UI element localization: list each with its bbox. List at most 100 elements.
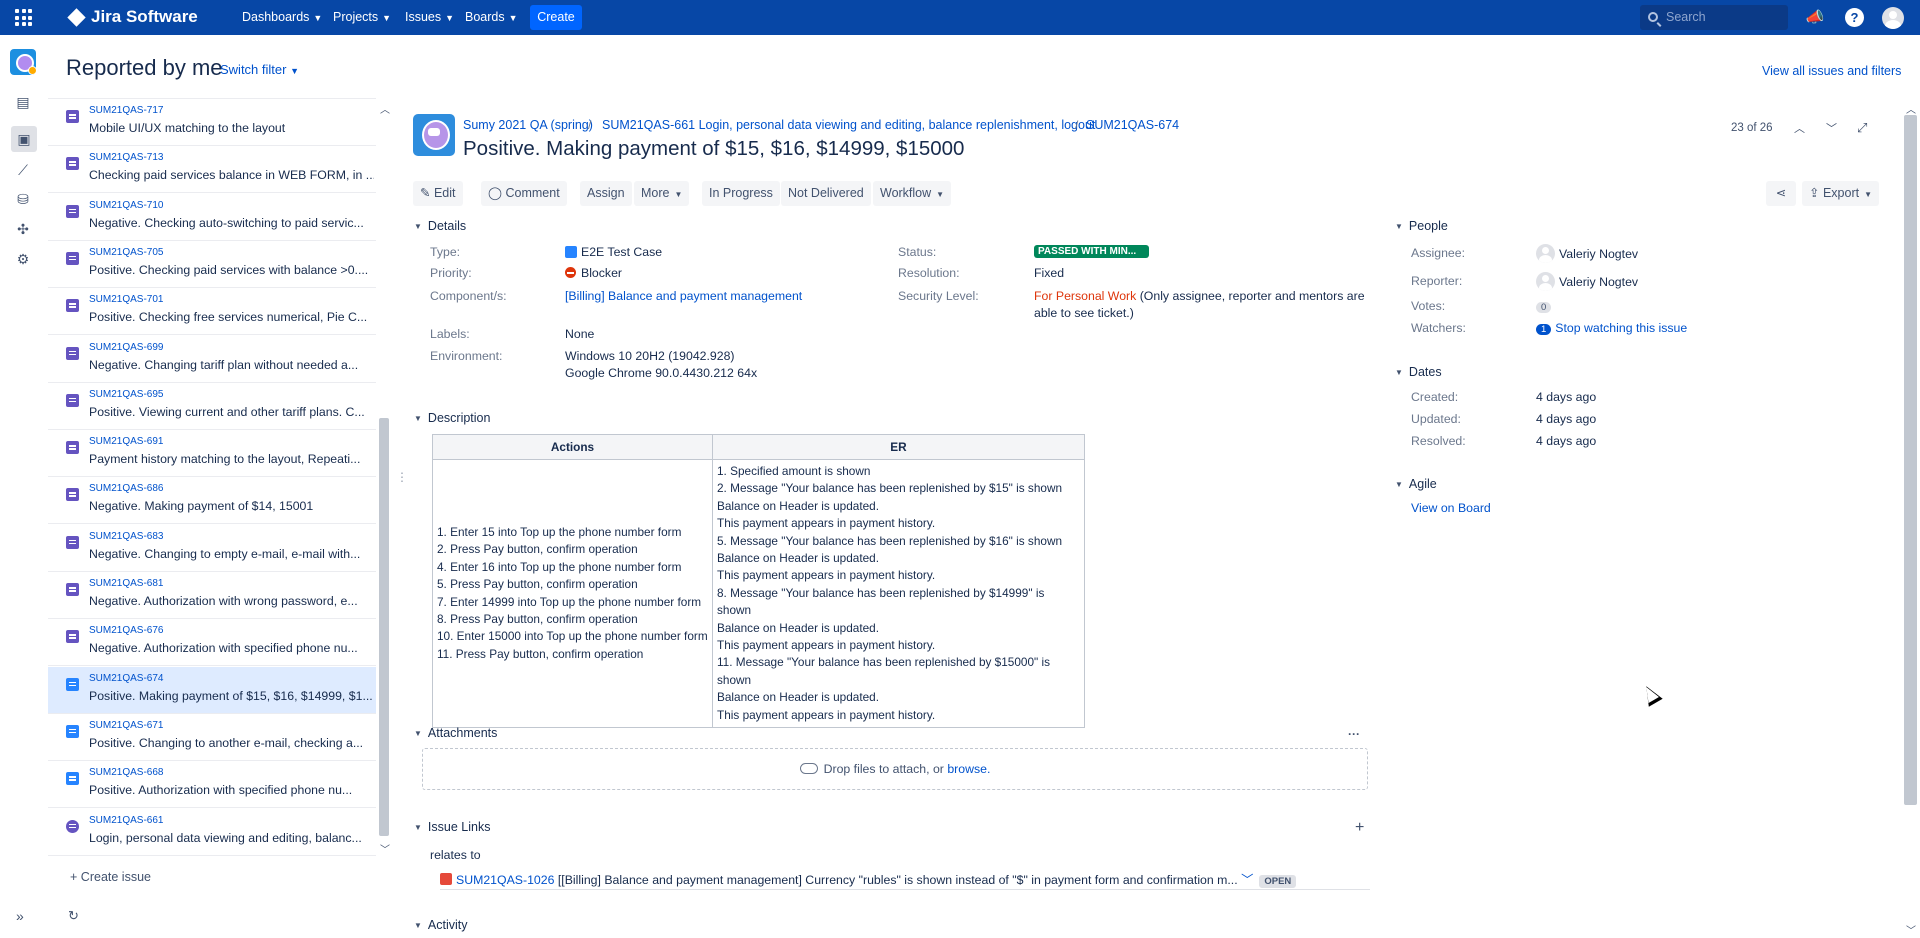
list-item[interactable]: SUM21QAS-691 Payment history matching to …	[48, 430, 376, 478]
components-icon[interactable]: ✣	[14, 220, 32, 238]
issue-key[interactable]: SUM21QAS-699	[89, 342, 163, 353]
issue-title[interactable]: Positive. Making payment of $15, $16, $1…	[463, 137, 964, 161]
scroll-up-icon[interactable]: ︿	[380, 101, 390, 116]
chevron-down-icon[interactable]: ﹀	[1241, 873, 1253, 887]
more-button[interactable]: More ▼	[634, 181, 690, 206]
list-item[interactable]: SUM21QAS-661 Login, personal data viewing…	[48, 809, 376, 856]
list-item[interactable]: SUM21QAS-686 Negative. Making payment of …	[48, 477, 376, 525]
list-item[interactable]: SUM21QAS-695 Positive. Viewing current an…	[48, 383, 376, 430]
list-item[interactable]: SUM21QAS-676 Negative. Authorization with…	[48, 619, 376, 667]
scroll-up-icon[interactable]: ︿	[1906, 101, 1916, 116]
previous-issue-icon[interactable]: ︿	[1794, 120, 1805, 136]
issue-key[interactable]: SUM21QAS-710	[89, 200, 163, 211]
votes-value[interactable]: 0	[1536, 299, 1552, 313]
notifications-megaphone-icon[interactable]: 📣	[1804, 7, 1826, 29]
issue-key[interactable]: SUM21QAS-695	[89, 389, 163, 400]
user-avatar[interactable]	[1882, 7, 1904, 29]
issues-icon[interactable]: ▣	[11, 126, 37, 152]
next-issue-icon[interactable]: ﹀	[1826, 120, 1837, 136]
stop-watching-link[interactable]: Stop watching this issue	[1555, 321, 1687, 335]
issue-key[interactable]: SUM21QAS-705	[89, 247, 163, 258]
list-item[interactable]: SUM21QAS-681 Negative. Authorization with…	[48, 572, 376, 619]
people-section-toggle[interactable]: ▼ People	[1395, 219, 1448, 233]
nav-boards[interactable]: Boards ▼	[465, 10, 518, 24]
view-on-board-link[interactable]: View on Board	[1411, 501, 1491, 515]
share-icon[interactable]: ⋖	[1766, 181, 1796, 206]
attachments-section-toggle[interactable]: ▼ Attachments	[414, 726, 497, 740]
expand-sidebar-icon[interactable]: »	[16, 908, 24, 924]
issue-key[interactable]: SUM21QAS-713	[89, 152, 163, 163]
breadcrumb-epic[interactable]: SUM21QAS-661 Login, personal data viewin…	[602, 118, 1095, 132]
issue-key[interactable]: SUM21QAS-681	[89, 578, 163, 589]
in-progress-button[interactable]: In Progress	[702, 181, 780, 206]
activity-section-toggle[interactable]: ▼ Activity	[414, 918, 468, 932]
assign-button[interactable]: Assign	[580, 181, 632, 206]
list-item[interactable]: SUM21QAS-671 Positive. Changing to anothe…	[48, 714, 376, 761]
nav-issues[interactable]: Issues ▼	[405, 10, 454, 24]
list-item[interactable]: SUM21QAS-674 Positive. Making payment of …	[48, 666, 376, 714]
search-input[interactable]: Search	[1640, 5, 1788, 30]
issue-summary: Positive. Changing to another e-mail, ch…	[89, 735, 364, 750]
issue-key[interactable]: SUM21QAS-668	[89, 767, 163, 778]
nav-projects[interactable]: Projects ▼	[333, 10, 391, 24]
issue-key[interactable]: SUM21QAS-676	[89, 625, 163, 636]
issue-key[interactable]: SUM21QAS-671	[89, 720, 163, 731]
list-item[interactable]: SUM21QAS-701 Positive. Checking free serv…	[48, 288, 376, 336]
linked-issue-key[interactable]: SUM21QAS-1026	[456, 873, 554, 887]
switch-filter-button[interactable]: Switch filter ▼	[220, 62, 299, 77]
export-button[interactable]: ⇪ Export ▼	[1802, 181, 1880, 206]
edit-button[interactable]: ✎ Edit	[413, 181, 463, 206]
issue-key[interactable]: SUM21QAS-674	[89, 673, 163, 684]
list-item[interactable]: SUM21QAS-713 Checking paid services balan…	[48, 146, 376, 194]
component-link[interactable]: [Billing] Balance and payment management	[565, 289, 802, 303]
list-scrollbar-thumb[interactable]	[379, 418, 389, 836]
list-item[interactable]: SUM21QAS-717 Mobile UI/UX matching to the…	[48, 99, 376, 146]
issue-summary: Positive. Authorization with specified p…	[89, 783, 353, 798]
scroll-down-icon[interactable]: ﹀	[380, 841, 390, 856]
agile-section-toggle[interactable]: ▼ Agile	[1395, 477, 1437, 491]
fullscreen-icon[interactable]: ⤢	[1857, 120, 1867, 136]
description-section-toggle[interactable]: ▼ Description	[414, 411, 490, 425]
dates-section-toggle[interactable]: ▼ Dates	[1395, 365, 1442, 379]
releases-icon[interactable]: ⛁	[14, 190, 32, 208]
issue-key[interactable]: SUM21QAS-686	[89, 483, 163, 494]
scroll-down-icon[interactable]: ﹀	[1906, 922, 1916, 937]
linked-issue-row[interactable]: SUM21QAS-1026 [[Billing] Balance and pay…	[440, 870, 1370, 890]
browse-link[interactable]: browse.	[947, 762, 990, 776]
refresh-icon[interactable]: ↻	[68, 908, 79, 924]
reporter-value[interactable]: Valeriy Nogtev	[1536, 272, 1638, 291]
assignee-value[interactable]: Valeriy Nogtev	[1536, 244, 1638, 263]
help-icon[interactable]: ?	[1845, 8, 1864, 27]
issue-links-section-toggle[interactable]: ▼ Issue Links	[414, 820, 490, 834]
not-delivered-button[interactable]: Not Delivered	[781, 181, 871, 206]
issue-key[interactable]: SUM21QAS-701	[89, 294, 163, 305]
add-link-icon[interactable]: +	[1355, 819, 1364, 837]
list-item[interactable]: SUM21QAS-705 Positive. Checking paid serv…	[48, 241, 376, 288]
more-options-icon[interactable]: ···	[1348, 727, 1360, 741]
issue-key[interactable]: SUM21QAS-661	[89, 815, 163, 826]
detail-scrollbar-thumb[interactable]	[1904, 115, 1917, 805]
comment-button[interactable]: ◯ Comment	[481, 181, 567, 206]
jira-logo[interactable]: Jira Software	[67, 7, 198, 27]
issue-key[interactable]: SUM21QAS-691	[89, 436, 163, 447]
list-item[interactable]: SUM21QAS-699 Negative. Changing tariff pl…	[48, 336, 376, 383]
settings-icon[interactable]: ⚙	[14, 250, 32, 268]
issue-key[interactable]: SUM21QAS-717	[89, 105, 163, 116]
view-all-issues-link[interactable]: View all issues and filters	[1762, 64, 1901, 78]
pane-resize-handle[interactable]: ⋮	[396, 470, 408, 484]
list-item[interactable]: SUM21QAS-683 Negative. Changing to empty …	[48, 525, 376, 572]
workflow-button[interactable]: Workflow ▼	[873, 181, 952, 206]
backlog-icon[interactable]: ▤	[14, 93, 32, 111]
breadcrumb-issue[interactable]: SUM21QAS-674	[1086, 118, 1179, 132]
breadcrumb-project[interactable]: Sumy 2021 QA (spring)	[463, 118, 593, 132]
details-section-toggle[interactable]: ▼ Details	[414, 219, 466, 233]
create-button[interactable]: Create	[530, 5, 582, 30]
issue-key[interactable]: SUM21QAS-683	[89, 531, 163, 542]
create-issue-button[interactable]: + Create issue	[70, 870, 151, 884]
list-item[interactable]: SUM21QAS-710 Negative. Checking auto-swit…	[48, 194, 376, 241]
list-item[interactable]: SUM21QAS-668 Positive. Authorization with…	[48, 761, 376, 809]
attachment-drop-zone[interactable]: Drop files to attach, or browse.	[422, 748, 1368, 790]
reports-icon[interactable]: ⟋	[14, 161, 32, 179]
app-switcher-icon[interactable]	[15, 9, 32, 26]
nav-dashboards[interactable]: Dashboards ▼	[242, 10, 322, 24]
